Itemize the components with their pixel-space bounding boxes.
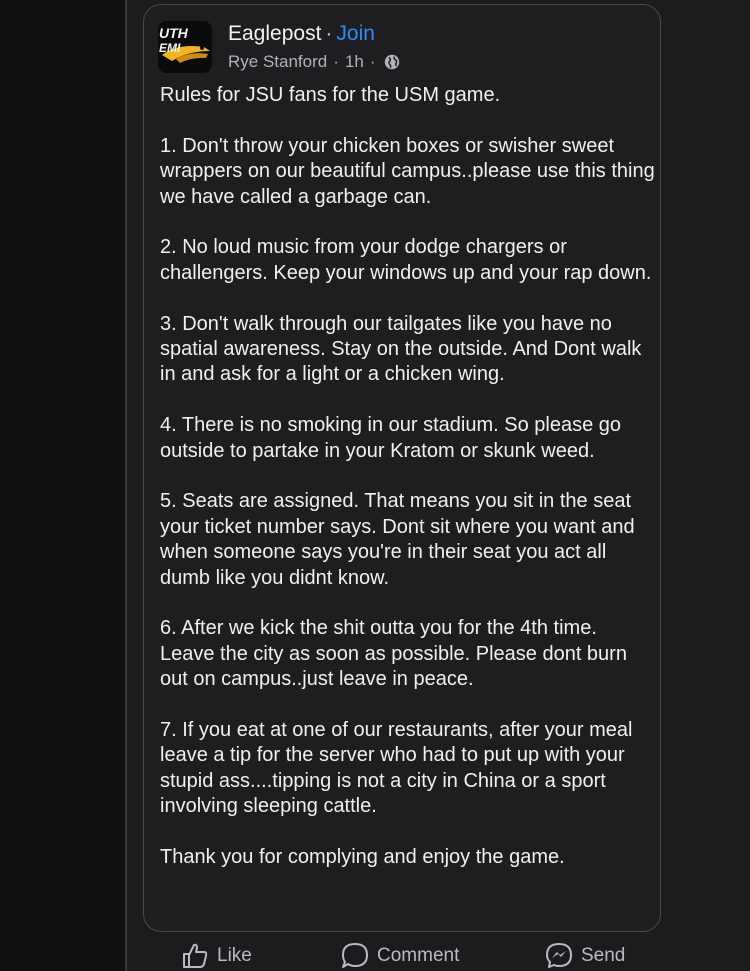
post-time[interactable]: 1h: [345, 52, 364, 72]
post-paragraph: 7. If you eat at one of our restaurants,…: [160, 719, 633, 818]
title-separator: ·: [325, 22, 333, 45]
post-paragraph: 3. Don't walk through our tailgates like…: [160, 312, 642, 386]
join-button[interactable]: Join: [336, 22, 375, 45]
meta-separator-2: ·: [369, 52, 376, 71]
post-paragraph: 5. Seats are assigned. That means you si…: [160, 490, 635, 589]
post-paragraph: Rules for JSU fans for the USM game.: [160, 84, 501, 106]
post-body: Rules for JSU fans for the USM game. 1. …: [160, 83, 655, 870]
post-paragraph: 4. There is no smoking in our stadium. S…: [160, 414, 621, 462]
author-name[interactable]: Rye Stanford: [228, 52, 327, 72]
comment-bubble-icon: [342, 943, 368, 968]
post-paragraph: 1. Don't throw your chicken boxes or swi…: [160, 134, 655, 208]
messenger-icon: [546, 943, 572, 968]
logo-text-bottom: EMI: [159, 41, 181, 55]
like-button[interactable]: Like: [181, 942, 252, 969]
globe-icon: [384, 54, 399, 70]
group-name-link[interactable]: Eaglepost: [228, 22, 321, 45]
feed-column: UTH EMI Eaglepost · Join Rye Stanford · 1h…: [127, 0, 750, 971]
like-label: Like: [217, 944, 252, 966]
post-header-title: Eaglepost · Join: [228, 22, 375, 46]
thumbs-up-icon: [183, 943, 208, 968]
comment-button[interactable]: Comment: [341, 942, 459, 969]
post-paragraph: 2. No loud music from your dodge charger…: [160, 236, 652, 284]
post-action-bar: Like Comment Send: [127, 940, 750, 971]
logo-text-top: UTH: [159, 25, 189, 41]
post-paragraph: Thank you for complying and enjoy the ga…: [160, 846, 565, 869]
meta-separator: ·: [333, 52, 339, 71]
post-meta: Rye Stanford · 1h ·: [228, 52, 400, 72]
group-logo-avatar[interactable]: UTH EMI: [158, 21, 212, 73]
left-sidebar: [0, 0, 125, 971]
post-paragraph: 6. After we kick the shit outta you for …: [160, 617, 627, 691]
post-card: UTH EMI Eaglepost · Join Rye Stanford · 1h…: [143, 4, 661, 932]
send-label: Send: [581, 944, 626, 966]
send-button[interactable]: Send: [545, 942, 625, 969]
comment-label: Comment: [377, 944, 460, 966]
group-logo-image: UTH EMI: [158, 21, 212, 73]
